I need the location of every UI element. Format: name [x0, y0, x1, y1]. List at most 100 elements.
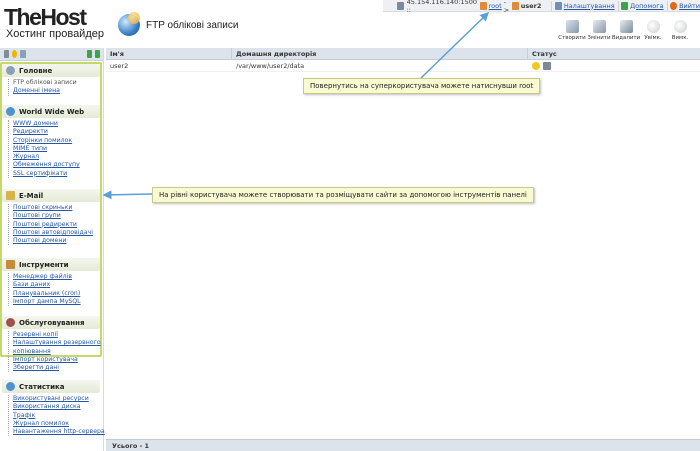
- menu-group-header[interactable]: Статистика: [2, 380, 100, 393]
- table-header: Ім'я Домашня директорія Статус: [106, 48, 700, 60]
- delete-icon: [619, 20, 633, 33]
- menu-item-mail-redirects[interactable]: Поштові редиректи: [13, 221, 100, 229]
- create-button[interactable]: Створити: [558, 20, 586, 41]
- delete-label: Видалити: [611, 35, 641, 41]
- edit-label: Змінити: [587, 35, 611, 41]
- menu-item-disk-usage[interactable]: Використання диска: [13, 403, 100, 411]
- active-bulb-icon: [532, 61, 540, 70]
- table-row[interactable]: user2 /var/www/user2/data: [106, 60, 700, 72]
- menu-item-http-load[interactable]: Навантаження http-сервера: [13, 428, 105, 436]
- menu-item-user-import[interactable]: Імпорт користувача: [13, 356, 100, 364]
- menu-group-header[interactable]: Головне: [2, 64, 100, 77]
- cell-status: [528, 60, 700, 71]
- folder-icon[interactable]: [20, 50, 26, 58]
- home-icon: [6, 66, 15, 75]
- page-title: FTP облікові записи: [146, 20, 239, 31]
- menu-item-save-data[interactable]: Зберегти дані: [13, 364, 100, 372]
- current-user-icon: [512, 1, 519, 10]
- table-footer-total: Усього - 1: [106, 439, 700, 451]
- menu-item-access-limits[interactable]: Обмеження доступу: [13, 161, 100, 169]
- statistics-icon: [6, 382, 15, 391]
- column-header-home[interactable]: Домашня директорія: [232, 48, 528, 59]
- current-user: user2: [520, 1, 542, 10]
- menu-item-traffic[interactable]: Трафік: [13, 412, 100, 420]
- settings-link[interactable]: Налаштування: [564, 2, 615, 10]
- accounts-table: Ім'я Домашня директорія Статус user2 /va…: [106, 48, 700, 451]
- top-status-bar: 45.154.116.140:1500 :: root -> user2 Нал…: [383, 0, 700, 14]
- sidebar: Головне FTP облікові записи Доменні імен…: [0, 48, 105, 451]
- ftp-status-icon: [543, 61, 551, 70]
- root-link[interactable]: root: [489, 2, 502, 10]
- menu-item-mail-domains[interactable]: Поштові домени: [13, 237, 100, 245]
- column-header-status[interactable]: Статус: [528, 48, 700, 59]
- edit-icon: [592, 20, 606, 33]
- menu-item-domains[interactable]: Доменні імена: [13, 87, 100, 95]
- delete-button[interactable]: Видалити: [611, 20, 641, 41]
- create-label: Створити: [558, 35, 586, 41]
- group-title: E-Mail: [19, 191, 44, 200]
- menu-item-redirects[interactable]: Редиректи: [13, 128, 100, 136]
- menu-group-main: Головне FTP облікові записи Доменні імен…: [2, 64, 100, 96]
- settings-icon: [555, 1, 562, 10]
- bulb-off-icon: [673, 20, 687, 33]
- menu-item-error-pages[interactable]: Сторінки помилок: [13, 137, 100, 145]
- help-link[interactable]: Допомога: [630, 2, 664, 10]
- menu-item-backup-settings-cont[interactable]: копіювання: [13, 348, 100, 356]
- column-header-name[interactable]: Ім'я: [106, 48, 232, 59]
- action-toolbar: Створити Змінити Видалити Увімк. Вимк.: [558, 20, 695, 41]
- menu-group-header[interactable]: Обслуговування: [2, 316, 100, 329]
- logo: TheHost Хостинг провайдер: [4, 4, 104, 41]
- logout-link[interactable]: Вийти: [679, 2, 700, 10]
- menu-group-statistics: Статистика Використувані ресурси Викорис…: [2, 380, 105, 437]
- tools-icon: [6, 260, 15, 269]
- menu-item-backups[interactable]: Резервні копії: [13, 331, 100, 339]
- help-icon: [621, 1, 629, 10]
- menu-item-file-manager[interactable]: Менеджер файлів: [13, 273, 100, 281]
- menu-group-maintenance: Обслуговування Резервні копії Налаштуван…: [2, 316, 101, 373]
- menu-item-autoresponders[interactable]: Поштові автовідповідачі: [13, 229, 100, 237]
- create-icon: [565, 20, 579, 33]
- root-hint-callout: Повернутись на суперкористувача можете н…: [303, 78, 541, 94]
- menu-item-mail-groups[interactable]: Поштові групи: [13, 212, 100, 220]
- cell-name: user2: [110, 62, 129, 70]
- menu-group-email: E-Mail Поштові скриньки Поштові групи По…: [2, 189, 100, 246]
- tree-view-icon[interactable]: [4, 50, 10, 58]
- group-title: Інструменти: [19, 260, 69, 269]
- cell-home: /var/www/user2/data: [236, 62, 305, 70]
- menu-group-tools: Інструменти Менеджер файлів Бази даних П…: [2, 258, 100, 307]
- logo-brand: TheHost: [4, 4, 87, 30]
- group-title: Обслуговування: [19, 318, 85, 327]
- disable-button[interactable]: Вимк.: [668, 20, 692, 41]
- menu-item-backup-settings[interactable]: Налаштування резервного: [13, 339, 101, 347]
- disable-label: Вимк.: [671, 35, 689, 41]
- enable-label: Увімк.: [644, 35, 662, 41]
- mail-icon: [6, 191, 15, 200]
- maintenance-icon: [6, 318, 15, 327]
- menu-group-header[interactable]: World Wide Web: [2, 105, 100, 118]
- menu-item-mysql-import[interactable]: Імпорт дампа MySQL: [13, 298, 100, 306]
- favorites-star-icon[interactable]: [12, 50, 18, 58]
- menu-group-header[interactable]: E-Mail: [2, 189, 100, 202]
- group-title: Головне: [19, 66, 53, 75]
- menu-group-header[interactable]: Інструменти: [2, 258, 100, 271]
- edit-button[interactable]: Змінити: [587, 20, 611, 41]
- bulb-on-icon: [646, 20, 660, 33]
- menu-item-ssl[interactable]: SSL сертифікати: [13, 170, 100, 178]
- panel-hint-callout: На рівні користувача можете створювати т…: [152, 187, 534, 203]
- logo-tagline: Хостинг провайдер: [6, 28, 104, 40]
- server-icon: [397, 1, 404, 10]
- server-ip: 45.154.116.140:1500 ::: [406, 0, 478, 14]
- www-globe-icon: [6, 107, 15, 116]
- menu-item-error-log[interactable]: Журнал помилок: [13, 420, 100, 428]
- menu-item-mime-types[interactable]: MIME типи: [13, 145, 100, 153]
- menu-item-databases[interactable]: Бази даних: [13, 281, 100, 289]
- section-globe-icon: [118, 12, 140, 36]
- menu-item-cron[interactable]: Планувальник (cron): [13, 290, 100, 298]
- menu-item-www-domains[interactable]: WWW домени: [13, 120, 100, 128]
- sidebar-tools: [0, 48, 103, 61]
- menu-item-used-resources[interactable]: Використувані ресурси: [13, 395, 100, 403]
- expand-all-icon[interactable]: [86, 50, 92, 58]
- collapse-all-icon[interactable]: [94, 50, 101, 58]
- group-title: Статистика: [19, 382, 65, 391]
- enable-button[interactable]: Увімк.: [641, 20, 665, 41]
